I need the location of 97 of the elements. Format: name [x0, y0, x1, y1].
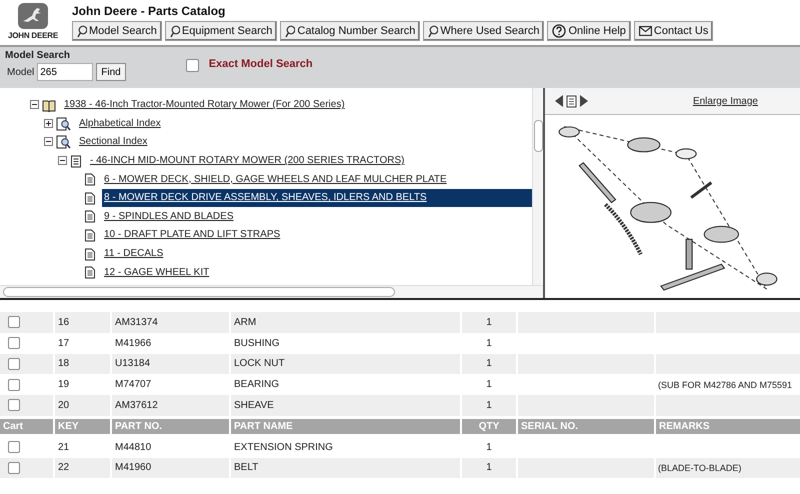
cart-checkbox[interactable] [8, 358, 20, 370]
logo-text: JOHN DEERE [8, 31, 58, 40]
page-icon[interactable] [566, 94, 577, 108]
table-cell: 1 [462, 354, 516, 374]
table-cell: BELT [231, 458, 460, 478]
vertical-scrollbar[interactable] [532, 88, 542, 286]
table-cell: 1 [462, 312, 516, 332]
table-cell-text: BEARING [233, 378, 280, 392]
cart-checkbox[interactable] [8, 316, 20, 328]
table-cell-text: M74707 [114, 378, 152, 392]
cart-checkbox[interactable] [8, 337, 20, 350]
tree-item[interactable]: Sectional Index [77, 133, 152, 152]
table-cell: AM31374 [112, 312, 229, 332]
table-cell: SHEAVE [231, 395, 460, 416]
tree-item[interactable]: 12 - GAGE WHEEL KIT [102, 264, 214, 282]
horizontal-scrollbar[interactable] [0, 285, 543, 298]
table-cell-text: 19 [57, 378, 70, 392]
book-icon [42, 98, 56, 112]
page-icon [84, 192, 96, 205]
column-header: REMARKS [656, 418, 800, 434]
scroll-thumb[interactable] [534, 120, 543, 152]
table-cell: U13184 [112, 354, 229, 374]
app-title: John Deere - Parts Catalog [72, 4, 226, 20]
page-icon [84, 210, 96, 224]
search-icon [428, 24, 438, 38]
column-header: Cart [0, 418, 53, 434]
table-cell-text: 21 [57, 440, 70, 455]
tree-item[interactable]: 9 - SPINDLES AND BLADES [102, 208, 238, 226]
table-cell: 1 [462, 395, 516, 416]
table-cell-text: (SUB FOR M42786 AND M75591 [657, 378, 794, 392]
table-cell: M41960 [112, 458, 229, 478]
table-cell: 1 [462, 458, 516, 478]
page-icon [84, 248, 96, 261]
checkbox-label: Exact Model Search [208, 58, 313, 70]
table-cell-text: 1 [485, 336, 493, 351]
column-header: PART NO. [112, 418, 229, 434]
model-field[interactable]: 265 [37, 63, 94, 81]
section-title: Model Search [5, 50, 72, 61]
collapse-icon[interactable] [58, 156, 68, 166]
nav-button[interactable]: Where Used Search [423, 21, 544, 41]
page-icon [84, 266, 96, 280]
next-icon[interactable] [580, 95, 588, 107]
nav-button[interactable]: Catalog Number Search [280, 21, 420, 41]
column-header: KEY [55, 418, 110, 434]
nav-button[interactable]: Contact Us [634, 21, 714, 41]
table-cell: LOCK NUT [231, 354, 460, 374]
magnifier-document-icon [56, 116, 71, 131]
cart-checkbox[interactable] [8, 441, 20, 454]
find-button[interactable]: Find [96, 63, 126, 81]
magnifier-document-icon [56, 135, 71, 150]
table-cell: (BLADE-TO-BLADE) [656, 458, 800, 478]
table-cell-text: 17 [57, 336, 70, 351]
tree-item[interactable]: 6 - MOWER DECK, SHIELD, GAGE WHEELS AND LEAF MULCHER PLATE [102, 170, 451, 189]
field-label: Model [7, 66, 34, 78]
collapse-icon[interactable] [44, 137, 54, 148]
table-cell-text: M44810 [114, 440, 152, 455]
expand-icon[interactable] [44, 118, 54, 129]
column-header: SERIAL NO. [518, 418, 654, 434]
search-icon [170, 24, 180, 38]
tree-item[interactable]: 8 - MOWER DECK DRIVE ASSEMBLY, SHEAVES, IDLERS AND BELTS [102, 189, 533, 208]
table-cell-text: 1 [485, 440, 493, 455]
search-icon [285, 24, 296, 38]
table-cell-text: 1 [485, 378, 493, 392]
column-header: PART NAME [231, 418, 460, 434]
tree-item[interactable]: 1938 - 46-Inch Tractor-Mounted Rotary Mower (For 200 Series) [62, 96, 349, 114]
nav-button[interactable]: Model Search [72, 21, 162, 41]
previous-icon[interactable] [555, 95, 563, 107]
exact-checkbox[interactable] [186, 59, 199, 72]
table-cell: AM37612 [112, 395, 229, 416]
table-cell: 16 [55, 312, 110, 332]
table-cell-text: EXTENSION SPRING [233, 440, 334, 455]
collapse-icon[interactable] [30, 100, 40, 110]
mail-icon [638, 26, 652, 36]
table-cell: 20 [55, 395, 110, 416]
table-cell-text: M41966 [114, 336, 152, 351]
document-icon [70, 154, 82, 168]
tree-item[interactable]: 10 - DRAFT PLATE AND LIFT STRAPS [102, 226, 284, 244]
table-cell: ARM [231, 312, 460, 332]
table-cell-text: BUSHING [233, 336, 281, 351]
cart-checkbox[interactable] [8, 462, 20, 474]
cart-checkbox[interactable] [8, 378, 20, 391]
table-cell: 18 [55, 354, 110, 374]
tree-item[interactable]: Alphabetical Index [77, 114, 165, 133]
tree-item[interactable]: - 46-INCH MID-MOUNT ROTARY MOWER (200 SERIES TRACTORS) [88, 152, 408, 170]
column-header: QTY [462, 418, 516, 434]
tree-item[interactable]: 11 - DECALS [102, 245, 168, 264]
scroll-thumb[interactable] [3, 287, 395, 297]
nav-button[interactable]: Online Help [547, 21, 631, 41]
deer-logo-icon [17, 2, 49, 30]
help-icon [552, 24, 566, 38]
page-icon [84, 228, 96, 242]
nav-button[interactable]: Equipment Search [164, 21, 278, 41]
table-cell: 22 [55, 458, 110, 478]
search-icon [77, 24, 87, 38]
page-icon [84, 173, 96, 186]
cart-checkbox[interactable] [8, 399, 20, 412]
enlarge-image-link[interactable]: Enlarge Image [692, 96, 758, 106]
